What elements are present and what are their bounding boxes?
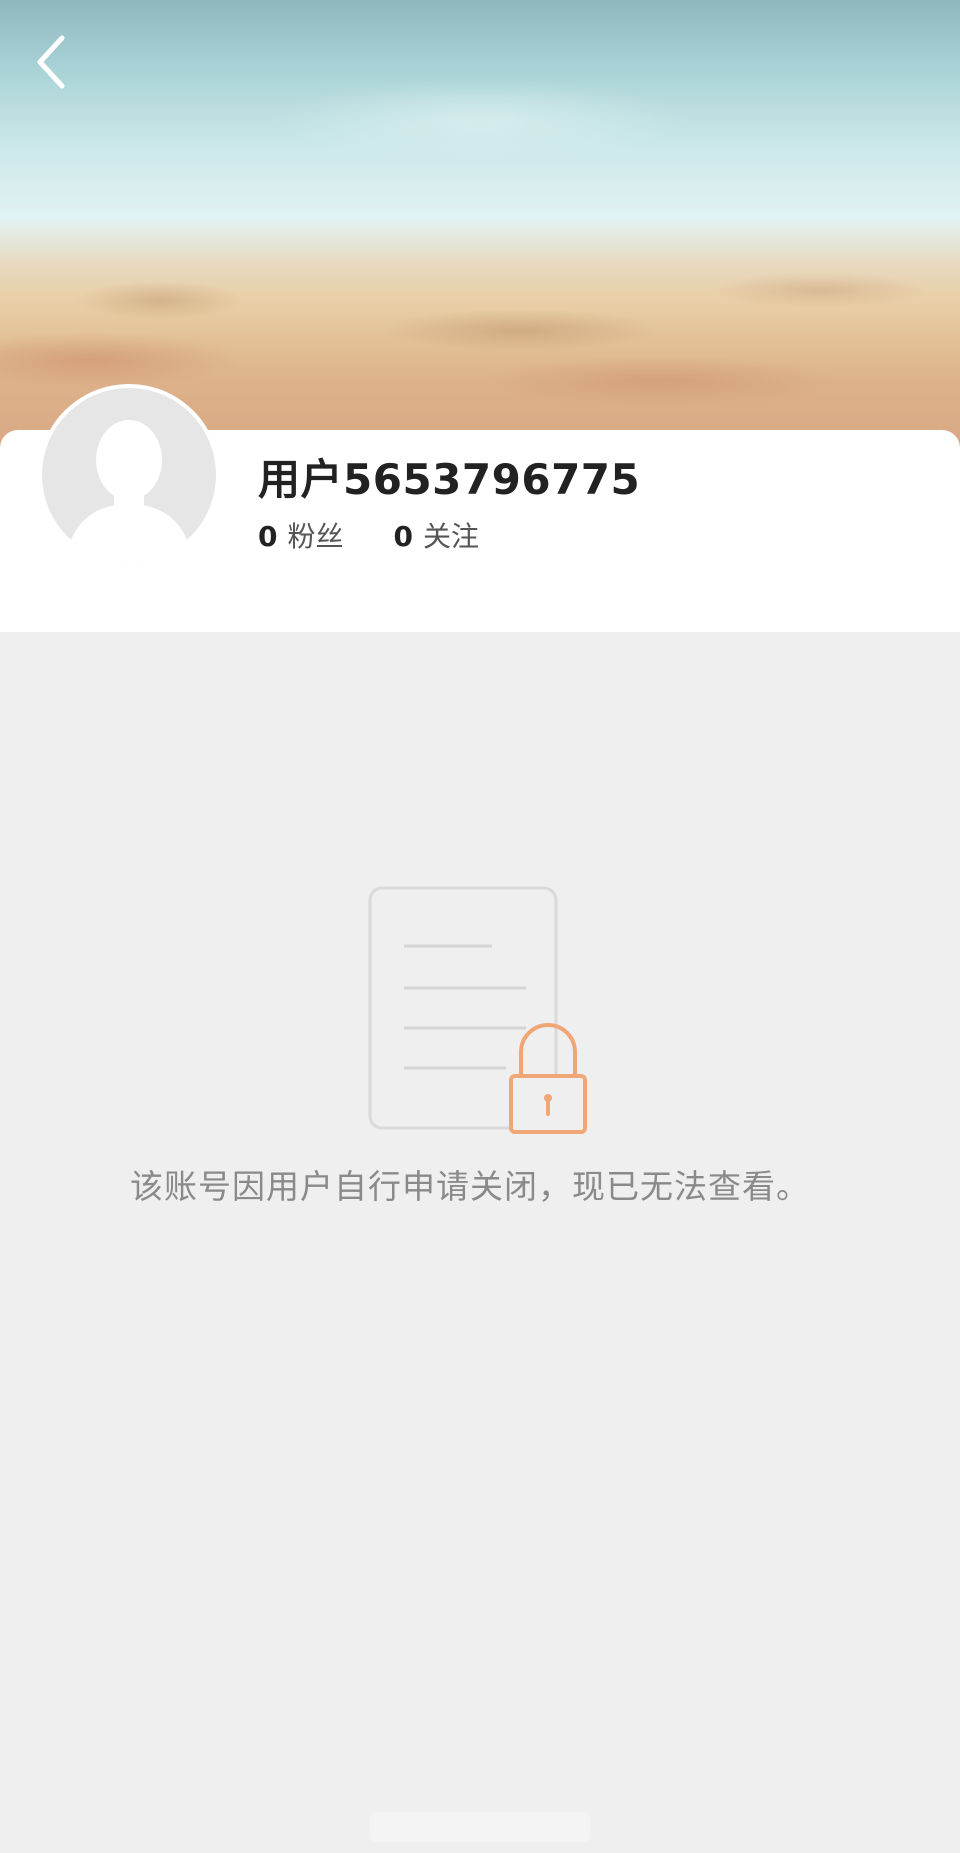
locked-document-icon: [366, 884, 596, 1136]
profile-stats: 0 粉丝 0 关注: [258, 515, 479, 555]
followers-label: 粉丝: [287, 520, 344, 553]
account-closed-message: 该账号因用户自行申请关闭，现已无法查看。: [130, 1167, 810, 1206]
avatar[interactable]: [38, 384, 220, 566]
watermark: [370, 1812, 590, 1842]
username: 用户5653796775: [258, 455, 641, 504]
following-stat[interactable]: 0 关注: [394, 515, 480, 555]
followers-count: 0: [258, 520, 278, 553]
back-button[interactable]: [22, 28, 82, 96]
default-avatar-icon: [66, 420, 192, 562]
chevron-left-icon: [37, 35, 65, 89]
following-label: 关注: [422, 520, 479, 553]
followers-stat[interactable]: 0 粉丝: [258, 515, 344, 555]
following-count: 0: [393, 520, 413, 553]
